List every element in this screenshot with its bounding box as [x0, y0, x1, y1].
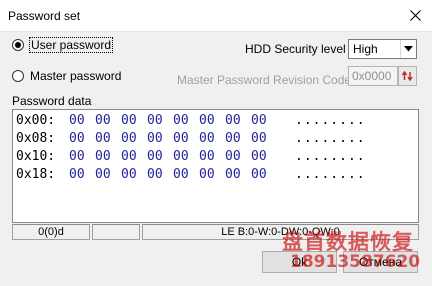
hex-byte[interactable]: 00	[95, 130, 121, 148]
chevron-down-icon[interactable]	[400, 40, 416, 58]
up-down-arrows-icon	[402, 71, 413, 81]
close-button[interactable]	[406, 6, 424, 24]
hex-byte[interactable]: 00	[251, 130, 277, 148]
hex-byte[interactable]: 00	[95, 166, 121, 184]
hex-byte[interactable]: 00	[199, 130, 225, 148]
hex-byte[interactable]: 00	[173, 130, 199, 148]
master-password-radio[interactable]	[12, 70, 24, 82]
title-bar: Password set	[0, 0, 432, 32]
hex-byte[interactable]: 00	[225, 130, 251, 148]
password-hex-editor[interactable]: 0x00: 00 00 00 00 00 00 00 00 ........ 0…	[12, 109, 419, 223]
revision-stepper-button	[398, 66, 417, 86]
hdd-security-value: High	[353, 42, 378, 56]
hex-byte[interactable]: 00	[199, 148, 225, 166]
hex-byte[interactable]: 00	[173, 112, 199, 130]
hex-byte[interactable]: 00	[121, 148, 147, 166]
user-password-option[interactable]: User password	[12, 37, 114, 53]
hex-row: 0x00: 00 00 00 00 00 00 00 00 ........	[16, 112, 418, 130]
hex-row: 0x08: 00 00 00 00 00 00 00 00 ........	[16, 130, 418, 148]
hex-byte[interactable]: 00	[147, 130, 173, 148]
hex-byte[interactable]: 00	[147, 166, 173, 184]
hex-offset: 0x18:	[16, 167, 56, 182]
user-password-label: User password	[28, 37, 114, 53]
hex-byte[interactable]: 00	[251, 166, 277, 184]
hex-byte[interactable]: 00	[225, 112, 251, 130]
watermark-phone: 18913587620	[290, 252, 421, 272]
hex-byte[interactable]: 00	[173, 166, 199, 184]
password-data-label: Password data	[12, 94, 92, 108]
hex-byte[interactable]: 00	[69, 112, 95, 130]
hdd-security-select[interactable]: High	[348, 39, 417, 59]
hex-byte[interactable]: 00	[95, 112, 121, 130]
hex-ascii: ........	[295, 167, 366, 182]
hex-byte[interactable]: 00	[69, 148, 95, 166]
hex-ascii: ........	[295, 113, 366, 128]
hex-byte[interactable]: 00	[95, 148, 121, 166]
hex-byte[interactable]: 00	[251, 148, 277, 166]
hex-ascii: ........	[295, 131, 366, 146]
master-revision-label: Master Password Revision Code	[177, 73, 352, 87]
close-icon	[409, 9, 421, 21]
hex-row: 0x10: 00 00 00 00 00 00 00 00 ........	[16, 148, 418, 166]
hdd-security-label: HDD Security level	[245, 42, 346, 56]
hex-row: 0x18: 00 00 00 00 00 00 00 00 ........	[16, 166, 418, 184]
window-title: Password set	[8, 9, 81, 23]
hex-byte[interactable]: 00	[69, 130, 95, 148]
watermark: 盘首数据恢复 18913587620	[282, 232, 420, 271]
user-password-radio[interactable]	[12, 39, 24, 51]
hex-byte[interactable]: 00	[251, 112, 277, 130]
hex-byte[interactable]: 00	[225, 166, 251, 184]
master-password-option[interactable]: Master password	[12, 69, 121, 83]
hex-byte[interactable]: 00	[121, 166, 147, 184]
hex-offset: 0x10:	[16, 149, 56, 164]
hex-offset: 0x00:	[16, 113, 56, 128]
hex-byte[interactable]: 00	[173, 148, 199, 166]
hex-byte[interactable]: 00	[225, 148, 251, 166]
watermark-text: 盘首数据恢复	[282, 230, 414, 254]
hex-offset: 0x08:	[16, 131, 56, 146]
hex-byte[interactable]: 00	[199, 112, 225, 130]
hex-byte[interactable]: 00	[121, 130, 147, 148]
master-password-label: Master password	[30, 69, 122, 83]
hex-byte[interactable]: 00	[121, 112, 147, 130]
status-position: 0(0)d	[12, 224, 90, 240]
hex-byte[interactable]: 00	[69, 166, 95, 184]
master-revision-input: 0x0000	[348, 66, 398, 86]
hex-byte[interactable]: 00	[199, 166, 225, 184]
hex-byte[interactable]: 00	[147, 112, 173, 130]
status-middle	[92, 224, 140, 240]
hex-byte[interactable]: 00	[147, 148, 173, 166]
hex-ascii: ........	[295, 149, 366, 164]
